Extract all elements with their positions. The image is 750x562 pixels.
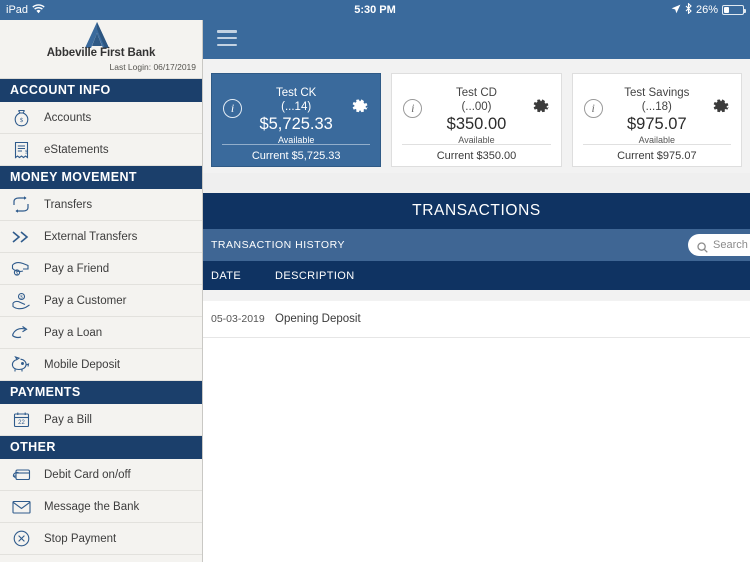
sidebar-item-label: eStatements [44, 143, 109, 156]
sidebar-item-stop-payment[interactable]: Stop Payment [0, 523, 202, 555]
sidebar-item-debit-card-on-off[interactable]: Debit Card on/off [0, 459, 202, 491]
svg-text:$: $ [19, 117, 23, 124]
sidebar-item-pay-a-loan[interactable]: Pay a Loan [0, 317, 202, 349]
sidebar-item-accounts[interactable]: $ Accounts [0, 102, 202, 134]
section-header-payments: PAYMENTS [0, 381, 202, 404]
svg-text:22: 22 [18, 420, 25, 426]
hamburger-menu-icon[interactable] [217, 30, 237, 46]
sidebar-item-message-the-bank[interactable]: Message the Bank [0, 491, 202, 523]
sidebar-item-mobile-deposit[interactable]: Mobile Deposit [0, 349, 202, 381]
sidebar-item-label: Debit Card on/off [44, 468, 131, 481]
status-bar-clock: 5:30 PM [354, 4, 396, 16]
account-name: Test CD [456, 87, 497, 99]
transaction-date: 05-03-2019 [211, 313, 265, 325]
location-arrow-icon [671, 4, 681, 17]
account-current-balance: Current $975.07 [617, 150, 697, 162]
sidebar-item-pay-a-bill[interactable]: 22 Pay a Bill [0, 404, 202, 436]
sidebar-item-label: Pay a Friend [44, 262, 110, 275]
table-row[interactable]: 05-03-2019 Opening Deposit [203, 301, 750, 338]
envelope-icon [10, 496, 32, 518]
last-login-label: Last Login: [109, 62, 152, 72]
main-content-area: i Test CK (...14) $5,725.33 Available Cu… [203, 20, 750, 562]
transaction-history-label: TRANSACTION HISTORY [211, 239, 345, 251]
ipad-banking-app-screen: iPad 5:30 PM 26% Abbeville First Bank La… [0, 0, 750, 562]
status-bar-right: 26% [671, 2, 746, 17]
account-available-amount: $5,725.33 [259, 115, 333, 133]
account-name: Test CK [276, 87, 317, 99]
brand-header: Abbeville First Bank Last Login: 06/17/2… [0, 20, 202, 79]
page-title: TRANSACTIONS [412, 202, 541, 219]
account-cards-strip: i Test CK (...14) $5,725.33 Available Cu… [203, 59, 750, 173]
bank-name-label: Abbeville First Bank [46, 47, 156, 59]
section-header-other: OTHER [0, 436, 202, 459]
ios-status-bar: iPad 5:30 PM 26% [0, 0, 750, 20]
battery-icon [722, 5, 746, 15]
debit-card-icon [10, 464, 32, 486]
sidebar-item-label: External Transfers [44, 230, 138, 243]
piggy-bank-icon [10, 354, 32, 376]
receipt-document-icon: $ [10, 139, 32, 161]
sidebar-item-label: Pay a Bill [44, 413, 92, 426]
account-available-amount: $975.07 [626, 115, 687, 133]
transaction-column-headers: DATE DESCRIPTION [203, 261, 750, 290]
search-icon [697, 240, 708, 253]
last-login-value: 06/17/2019 [153, 62, 196, 72]
app-top-bar [203, 20, 750, 59]
circle-x-icon [10, 528, 32, 550]
sidebar-item-external-transfers[interactable]: External Transfers [0, 221, 202, 253]
account-current-balance: Current $350.00 [436, 150, 517, 162]
info-circle-icon[interactable]: i [223, 99, 242, 118]
money-bag-icon: $ [10, 107, 32, 129]
hand-coin-icon: $ [10, 290, 32, 312]
curved-arrow-icon [10, 322, 32, 344]
svg-text:$: $ [25, 148, 28, 155]
transaction-description: Opening Deposit [275, 313, 361, 325]
abbeville-a-logo [76, 20, 118, 50]
account-card-test-cd[interactable]: i Test CD (...00) $350.00 Available Curr… [391, 73, 562, 167]
search-placeholder: Search [713, 239, 748, 251]
sidebar-item-label: Pay a Loan [44, 326, 103, 339]
bluetooth-icon [685, 2, 692, 17]
hand-coin-icon: $ [10, 258, 32, 280]
sidebar-item-label: Message the Bank [44, 500, 140, 513]
sidebar-item-estatements[interactable]: $ eStatements [0, 134, 202, 166]
sidebar-navigation: Abbeville First Bank Last Login: 06/17/2… [0, 20, 203, 562]
sidebar-item-label: Accounts [44, 111, 92, 124]
card-divider [222, 144, 371, 145]
search-input[interactable]: Search [688, 234, 750, 256]
column-header-description: DESCRIPTION [275, 269, 355, 282]
circular-arrows-icon [10, 194, 32, 216]
card-divider [582, 144, 731, 145]
account-card-test-ck[interactable]: i Test CK (...14) $5,725.33 Available Cu… [211, 73, 382, 167]
sidebar-item-pay-a-friend[interactable]: $ Pay a Friend [0, 253, 202, 285]
sidebar-item-transfers[interactable]: Transfers [0, 189, 202, 221]
gear-icon[interactable] [713, 98, 730, 115]
account-available-amount: $350.00 [446, 115, 507, 133]
svg-text:$: $ [20, 295, 23, 300]
transaction-list: 05-03-2019 Opening Deposit [203, 301, 750, 562]
last-login-info: Last Login: 06/17/2019 [109, 62, 196, 72]
transactions-section-header: TRANSACTIONS [203, 193, 750, 229]
sidebar-item-label: Mobile Deposit [44, 358, 121, 371]
sidebar-item-pay-a-customer[interactable]: $ Pay a Customer [0, 285, 202, 317]
sidebar-item-label: Stop Payment [44, 532, 117, 545]
account-current-balance: Current $5,725.33 [251, 150, 341, 162]
battery-percent-label: 26% [695, 4, 718, 16]
gear-icon[interactable] [533, 98, 550, 115]
account-name: Test Savings [624, 87, 690, 99]
gear-icon[interactable] [352, 98, 369, 115]
calendar-22-icon: 22 [10, 409, 32, 431]
section-header-account-info: ACCOUNT INFO [0, 79, 202, 102]
info-circle-icon[interactable]: i [583, 99, 603, 118]
sidebar-item-label: Transfers [44, 198, 93, 211]
column-header-date: DATE [211, 269, 242, 282]
double-chevron-right-icon [10, 226, 32, 248]
section-header-money-movement: MONEY MOVEMENT [0, 166, 202, 189]
card-divider [402, 144, 551, 145]
account-card-test-savings[interactable]: i Test Savings (...18) $975.07 Available… [571, 73, 742, 167]
content-gap-band [203, 173, 750, 193]
transaction-history-bar: TRANSACTION HISTORY Search [203, 229, 750, 261]
sidebar-item-label: Pay a Customer [44, 294, 127, 307]
